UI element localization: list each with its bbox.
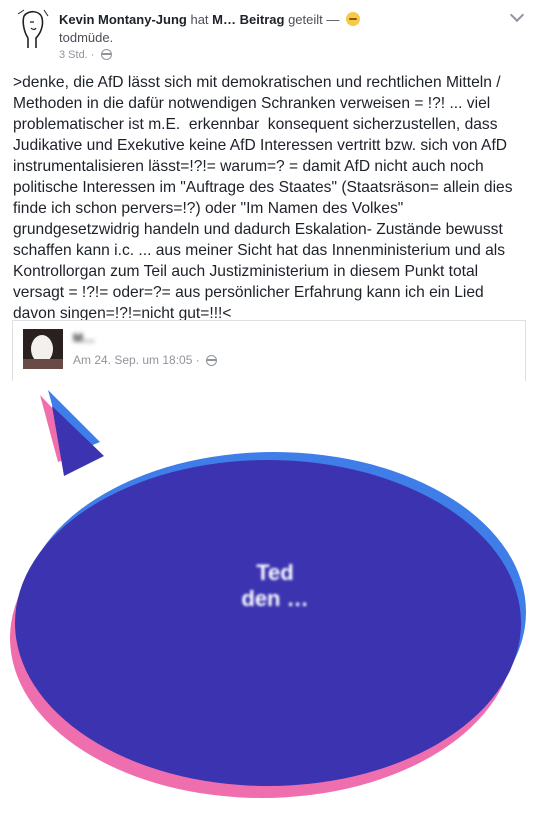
post-meta: 3 Std. · xyxy=(59,49,112,61)
action-prefix: hat xyxy=(190,12,209,27)
globe-icon[interactable] xyxy=(100,49,112,60)
shared-post-meta: Am 24. Sep. um 18:05 · xyxy=(73,353,218,367)
shared-avatar[interactable] xyxy=(23,329,63,369)
bubble-text-line1: Ted xyxy=(256,560,294,585)
author-name[interactable]: Kevin Montany-Jung xyxy=(59,12,187,27)
action-suffix: geteilt — xyxy=(288,12,340,27)
post-time[interactable]: 3 Std. · xyxy=(59,49,94,61)
chevron-down-icon[interactable] xyxy=(509,7,525,23)
shared-post-date[interactable]: Am 24. Sep. um 18:05 · xyxy=(73,353,200,367)
post-text: >denke, die AfD lässt sich mit demokrati… xyxy=(13,74,517,322)
globe-icon[interactable] xyxy=(206,355,218,366)
feeling-text: todmüde. xyxy=(59,30,114,45)
shared-post-link[interactable]: Beitrag xyxy=(240,12,285,27)
post-header: Kevin Montany-Jung hat M… Beitrag geteil… xyxy=(0,0,540,70)
shared-owner-name[interactable]: M… xyxy=(212,12,236,27)
header-line: Kevin Montany-Jung hat M… Beitrag geteil… xyxy=(59,12,360,27)
author-avatar[interactable] xyxy=(14,8,50,52)
bubble-text: Ted den … xyxy=(205,560,345,612)
bubble-main xyxy=(15,460,521,786)
sleepy-face-icon xyxy=(346,12,360,26)
shared-post-card[interactable]: M… Am 24. Sep. um 18:05 · xyxy=(12,320,526,381)
bubble-text-line2: den … xyxy=(241,586,309,611)
shared-author-name[interactable]: M… xyxy=(73,331,183,344)
